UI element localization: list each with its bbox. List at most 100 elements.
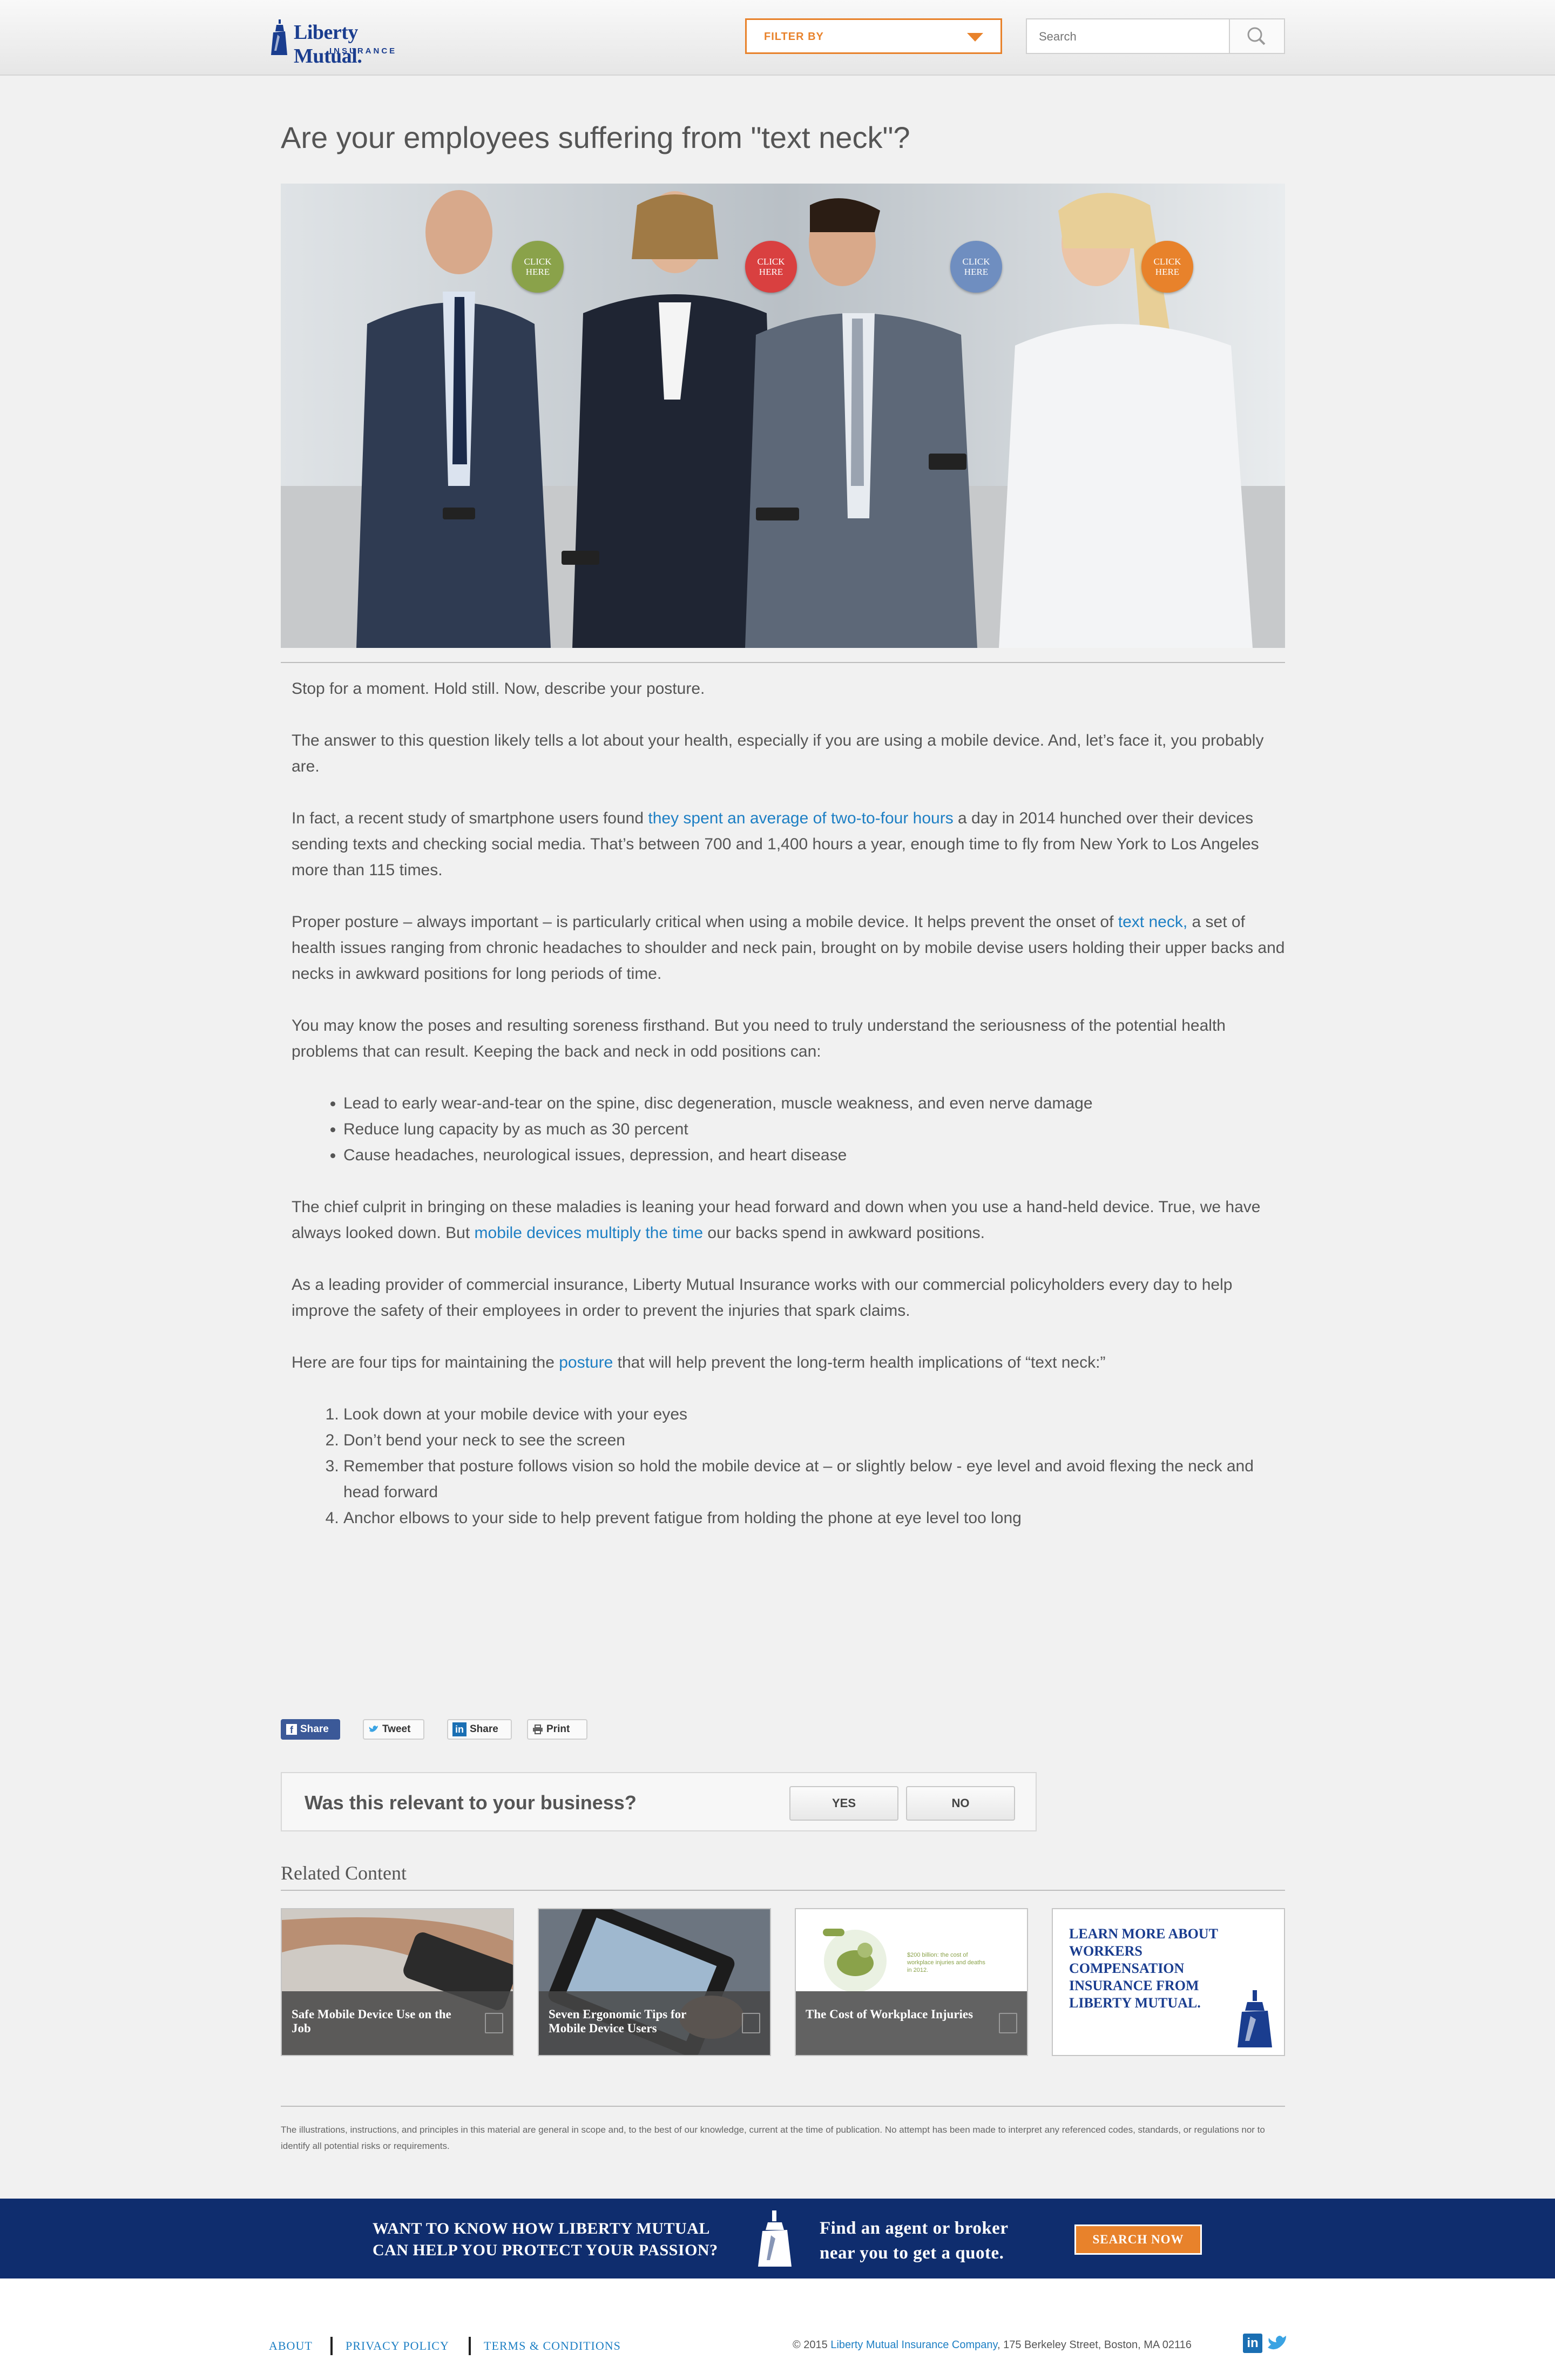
search-button[interactable] <box>1229 19 1284 53</box>
linkedin-share-button[interactable]: in Share <box>447 1719 512 1740</box>
image-icon <box>999 2013 1017 2033</box>
filter-by-dropdown[interactable]: FILTER BY <box>745 18 1002 54</box>
footer-privacy-link[interactable]: PRIVACY POLICY <box>346 2339 449 2353</box>
copyright-prefix: © 2015 <box>793 2339 831 2351</box>
list-item: Don’t bend your neck to see the screen <box>343 1428 1285 1453</box>
logo-subtitle: INSURANCE <box>329 46 397 56</box>
linkedin-share-label: Share <box>470 1723 498 1735</box>
card-title: Seven Ergonomic Tips for Mobile Device U… <box>549 2007 686 2035</box>
cta-line: CAN HELP YOU PROTECT YOUR PASSION? <box>373 2241 718 2259</box>
list-item: Anchor elbows to your side to help preve… <box>343 1505 1285 1531</box>
divider <box>281 662 1285 663</box>
search-box <box>1026 18 1285 54</box>
list-item: Remember that posture follows vision so … <box>343 1453 1285 1505</box>
print-label: Print <box>546 1723 570 1735</box>
list-item: Cause headaches, neurological issues, de… <box>343 1142 1285 1168</box>
paragraph: The answer to this question likely tells… <box>292 732 1264 775</box>
facebook-icon: f <box>286 1724 297 1735</box>
posture-link[interactable]: posture <box>559 1354 613 1371</box>
site-header: Liberty Mutual. INSURANCE FILTER BY <box>0 0 1555 76</box>
hotspot-label: CLICK <box>757 256 785 267</box>
related-content-heading: Related Content <box>281 1862 407 1884</box>
twitter-tweet-label: Tweet <box>382 1723 411 1735</box>
facebook-share-button[interactable]: f Share <box>281 1719 340 1740</box>
print-button[interactable]: Print <box>527 1719 587 1740</box>
hotspot-1-button[interactable]: CLICK HERE <box>512 241 564 293</box>
hotspot-label: HERE <box>1155 267 1180 277</box>
text: that will help prevent the long-term hea… <box>613 1354 1106 1371</box>
card-caption: Seven Ergonomic Tips for Mobile Device U… <box>539 1991 770 2055</box>
hotspot-label: CLICK <box>962 256 990 267</box>
page-title: Are your employees suffering from "text … <box>281 120 910 154</box>
no-button[interactable]: NO <box>906 1786 1015 1821</box>
logo-name: Liberty Mutual. <box>294 21 362 67</box>
cta-line: WANT TO KNOW HOW LIBERTY MUTUAL <box>373 2220 710 2237</box>
footer-about-link[interactable]: ABOUT <box>269 2339 313 2353</box>
promo-text: LEARN MORE ABOUT WORKERS COMPENSATION IN… <box>1069 1926 1218 2011</box>
card-title: Safe Mobile Device Use on the Job <box>292 2007 451 2035</box>
paragraph: In fact, a recent study of smartphone us… <box>292 806 1285 883</box>
linkedin-icon: in <box>452 1722 466 1736</box>
cta-find-agent: Find an agent or broker near you to get … <box>820 2216 1008 2266</box>
document-icon <box>485 2013 503 2033</box>
agent-cta-banner: WANT TO KNOW HOW LIBERTY MUTUAL CAN HELP… <box>0 2199 1555 2278</box>
disclaimer-text: The illustrations, instructions, and pri… <box>281 2125 1265 2151</box>
feedback-question: Was this relevant to your business? <box>305 1791 637 1814</box>
copyright-address: , 175 Berkeley Street, Boston, MA 02116 <box>997 2339 1192 2351</box>
health-risks-list: Lead to early wear-and-tear on the spine… <box>292 1091 1285 1168</box>
facebook-share-label: Share <box>300 1723 329 1735</box>
yes-button[interactable]: YES <box>789 1786 898 1821</box>
paragraph: The chief culprit in bringing on these m… <box>292 1194 1285 1246</box>
divider <box>281 1890 1285 1891</box>
workers-comp-promo-card[interactable]: LEARN MORE ABOUT WORKERS COMPENSATION IN… <box>1052 1908 1285 2056</box>
mobile-devices-link[interactable]: mobile devices multiply the time <box>475 1224 704 1242</box>
paragraph: Stop for a moment. Hold still. Now, desc… <box>292 680 705 698</box>
twitter-icon[interactable] <box>1267 2334 1288 2353</box>
related-card-ergonomic-tips[interactable]: Seven Ergonomic Tips for Mobile Device U… <box>538 1908 771 2056</box>
site-footer: ABOUT PRIVACY POLICY TERMS & CONDITIONS … <box>0 2278 1555 2380</box>
hotspot-4-button[interactable]: CLICK HERE <box>1141 241 1193 293</box>
liberty-mutual-logo[interactable]: Liberty Mutual. INSURANCE <box>269 17 425 67</box>
text: Here are four tips for maintaining the <box>292 1354 559 1371</box>
list-item: Look down at your mobile device with you… <box>343 1402 1285 1428</box>
linkedin-icon[interactable]: in <box>1243 2334 1262 2353</box>
article-body: Stop for a moment. Hold still. Now, desc… <box>292 676 1285 1557</box>
twitter-tweet-button[interactable]: Tweet <box>363 1719 424 1740</box>
footer-separator <box>469 2337 471 2355</box>
cta-question: WANT TO KNOW HOW LIBERTY MUTUAL CAN HELP… <box>373 2218 718 2261</box>
hotspot-3-button[interactable]: CLICK HERE <box>950 241 1002 293</box>
text-neck-link[interactable]: text neck, <box>1118 913 1187 931</box>
list-item: Reduce lung capacity by as much as 30 pe… <box>343 1117 1285 1142</box>
divider <box>281 2106 1285 2107</box>
paragraph: As a leading provider of commercial insu… <box>292 1276 1233 1320</box>
search-input[interactable] <box>1038 26 1218 48</box>
hotspot-label: CLICK <box>1153 256 1181 267</box>
related-card-workplace-injuries[interactable]: $200 billion: the cost of workplace inju… <box>795 1908 1028 2056</box>
hotspot-label: HERE <box>525 267 550 277</box>
document-icon <box>742 2013 760 2033</box>
paragraph: Proper posture – always important – is p… <box>292 909 1285 987</box>
footer-terms-link[interactable]: TERMS & CONDITIONS <box>484 2339 621 2353</box>
footer-separator <box>330 2337 333 2355</box>
card-caption: Safe Mobile Device Use on the Job <box>282 1991 513 2055</box>
chevron-down-icon <box>967 33 983 42</box>
hotspot-label: CLICK <box>524 256 552 267</box>
hotspot-label: HERE <box>964 267 989 277</box>
paragraph: Here are four tips for maintaining the p… <box>292 1350 1285 1376</box>
cta-line: near you to get a quote. <box>820 2243 1004 2263</box>
text: our backs spend in awkward positions. <box>703 1224 985 1242</box>
company-link[interactable]: Liberty Mutual Insurance Company <box>830 2339 997 2351</box>
related-card-safe-mobile[interactable]: Safe Mobile Device Use on the Job <box>281 1908 514 2056</box>
study-link[interactable]: they spent an average of two-to-four hou… <box>648 809 953 827</box>
feedback-box: Was this relevant to your business? YES … <box>281 1772 1037 1831</box>
copyright: © 2015 Liberty Mutual Insurance Company,… <box>793 2339 1192 2351</box>
card-title: The Cost of Workplace Injuries <box>806 2007 973 2021</box>
hotspot-label: HERE <box>759 267 783 277</box>
search-now-button[interactable]: SEARCH NOW <box>1074 2225 1202 2255</box>
list-item: Lead to early wear-and-tear on the spine… <box>343 1091 1285 1117</box>
hotspot-2-button[interactable]: CLICK HERE <box>745 241 797 293</box>
text: Proper posture – always important – is p… <box>292 913 1118 931</box>
paragraph: You may know the poses and resulting sor… <box>292 1017 1226 1060</box>
text: In fact, a recent study of smartphone us… <box>292 809 648 827</box>
filter-by-label: FILTER BY <box>764 31 824 43</box>
